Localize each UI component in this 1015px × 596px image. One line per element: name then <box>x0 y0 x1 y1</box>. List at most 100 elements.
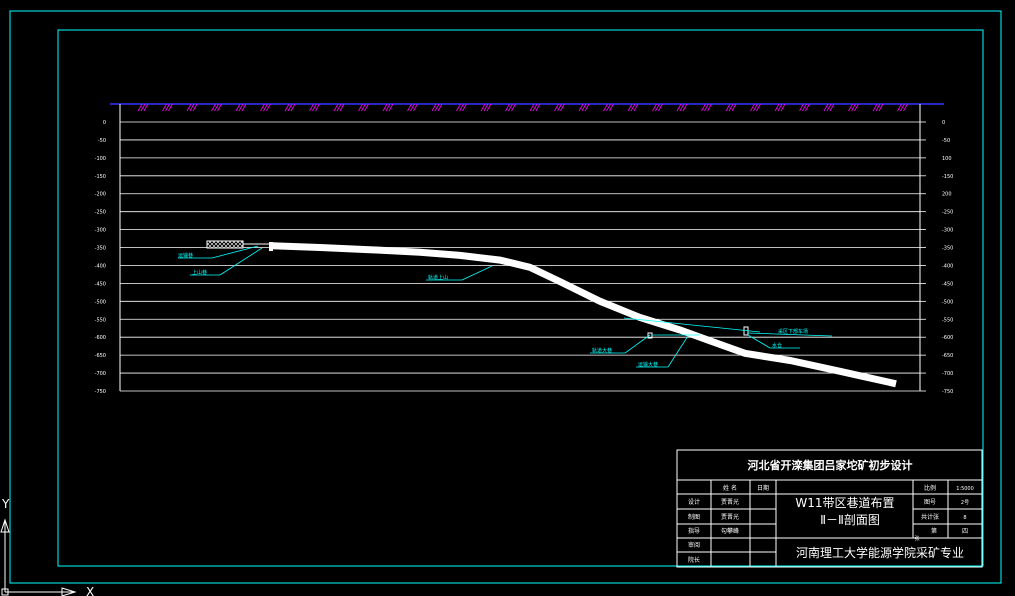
surface-hatch-mark <box>284 103 296 112</box>
right-elevation-ticks: 0 -50 100 -150 200 -250 -300 -350 -400 -450 -500 -5… <box>920 120 953 395</box>
right-tick-label: -600 <box>942 335 953 341</box>
row-role-drafting: 制图 <box>688 513 700 521</box>
surface-hatch-mark <box>774 103 786 112</box>
left-tick-label: -400 <box>95 263 106 269</box>
surface-hatch-mark <box>823 103 835 112</box>
label-sump: 水仓 <box>772 342 782 349</box>
surface-hatch-mark <box>701 103 712 112</box>
right-tick-label: 100 <box>942 156 952 162</box>
surface-hatch-mark <box>848 103 859 112</box>
left-tick-label: -750 <box>95 389 106 395</box>
surface-hatch-mark <box>676 103 688 112</box>
right-tick-label: -750 <box>942 389 953 395</box>
surface-hatch-mark <box>505 103 516 112</box>
ucs-y-label: Y <box>1 497 10 511</box>
scale-label: 比例 <box>924 484 936 492</box>
right-tick-label: -500 <box>942 299 953 305</box>
left-tick-label: -200 <box>95 192 106 198</box>
left-tick-label: -100 <box>95 156 106 162</box>
label-track-main: 轨道大巷 <box>592 347 612 354</box>
surface-hatch-mark <box>554 103 565 112</box>
col-date-header: 日期 <box>757 484 769 492</box>
drawing-no-value: 2号 <box>961 500 969 506</box>
surface-hatch-mark <box>480 103 492 112</box>
sheets-total-label: 共计张 <box>921 513 939 521</box>
right-tick-label: -250 <box>942 210 953 216</box>
sheet-no-label: 第 <box>931 527 937 535</box>
drawing-title-line1: W11带区巷道布置 <box>795 496 894 510</box>
right-tick-label: -300 <box>942 228 953 234</box>
ground-surface <box>110 103 944 112</box>
left-tick-label: -250 <box>95 210 106 216</box>
cad-drawing-canvas[interactable]: 0-50-100-150-200-250-300-350-400-450-500… <box>0 0 1015 596</box>
surface-hatch-mark <box>333 103 345 112</box>
surface-hatch-mark <box>186 103 198 112</box>
surface-hatch-mark <box>872 103 884 112</box>
left-tick-label: -700 <box>95 371 106 377</box>
left-tick-label: -150 <box>95 174 106 180</box>
surface-hatch-mark <box>627 103 639 112</box>
left-tick-label: -50 <box>98 138 106 144</box>
left-tick-label: -500 <box>95 299 106 305</box>
right-tick-label: -400 <box>942 263 953 269</box>
surface-hatch-mark <box>162 103 173 112</box>
label-transport-roadway: 运输巷 <box>178 252 193 259</box>
surface-hatch-mark <box>652 103 663 112</box>
surface-hatch-mark <box>260 103 271 112</box>
row-name-advisor: 勾攀峰 <box>721 527 739 535</box>
ucs-icon <box>0 518 77 596</box>
drawing-no-label: 图号 <box>924 499 936 506</box>
scale-value: 1:5000 <box>956 486 974 492</box>
surface-hatch-mark <box>235 103 247 112</box>
surface-hatch-mark <box>456 103 467 112</box>
row-name-design: 贾晋光 <box>721 498 739 506</box>
surface-hatch-mark <box>578 103 590 112</box>
surface-hatch-mark <box>382 103 394 112</box>
right-tick-label: -650 <box>942 353 953 359</box>
label-transport-main: 运输大巷 <box>638 361 658 368</box>
left-tick-label: -300 <box>95 228 106 234</box>
ucs-x-label: X <box>86 585 94 596</box>
right-tick-label: -350 <box>942 246 953 252</box>
row-role-review: 审阅 <box>688 541 700 549</box>
surface-hatch-mark <box>725 103 737 112</box>
drawing-title-line2: Ⅱ－Ⅱ剖面图 <box>820 513 880 527</box>
surface-hatch-mark <box>431 103 443 112</box>
right-tick-label: -550 <box>942 317 953 323</box>
shaft-bottom-block <box>206 240 273 251</box>
left-tick-label: -550 <box>95 317 106 323</box>
surface-hatch-mark <box>897 103 908 112</box>
surface-hatch-mark <box>137 103 149 112</box>
title-block-header: 河北省开滦集团吕家坨矿初步设计 <box>748 458 913 472</box>
surface-hatch-mark <box>309 103 320 112</box>
surface-hatch-mark <box>799 103 810 112</box>
surface-hatch-mark <box>407 103 418 112</box>
left-tick-label: -450 <box>95 281 106 287</box>
roadway-profile <box>271 242 897 388</box>
elevation-grid <box>120 121 920 392</box>
sheets-total-value: 8 <box>963 515 966 521</box>
right-tick-label: -50 <box>942 138 950 144</box>
surface-hatch-mark <box>529 103 541 112</box>
right-tick-label: -700 <box>942 371 953 377</box>
label-lower-yard: 采区下部车场 <box>778 328 808 335</box>
surface-hatch-marks <box>137 103 908 112</box>
left-tick-label: -650 <box>95 353 106 359</box>
main-roadway <box>271 242 897 388</box>
sheet-no-value: 四 <box>962 528 968 535</box>
institution-name: 河南理工大学能源学院采矿专业 <box>796 545 964 560</box>
right-tick-label: -150 <box>942 174 953 180</box>
col-name-header: 姓 名 <box>723 484 737 492</box>
left-tick-label: -350 <box>95 246 106 252</box>
right-tick-label: -450 <box>942 281 953 287</box>
right-tick-label: 200 <box>942 192 952 198</box>
surface-hatch-mark <box>603 103 614 112</box>
row-role-design: 设计 <box>688 498 700 506</box>
title-block-text: 河北省开滦集团吕家坨矿初步设计 姓 名 日期 设计 贾晋光 制图 贾晋光 指导 … <box>688 458 974 564</box>
label-upper-roadway: 上山巷 <box>192 269 207 276</box>
left-elevation-ticks: 0 -50 -100 -150 -200 -250 -300 -350 -400 -450 -500… <box>95 120 106 395</box>
surface-hatch-mark <box>358 103 369 112</box>
left-tick-label: -600 <box>95 335 106 341</box>
surface-hatch-mark <box>211 103 222 112</box>
inner-frame <box>57 29 984 567</box>
